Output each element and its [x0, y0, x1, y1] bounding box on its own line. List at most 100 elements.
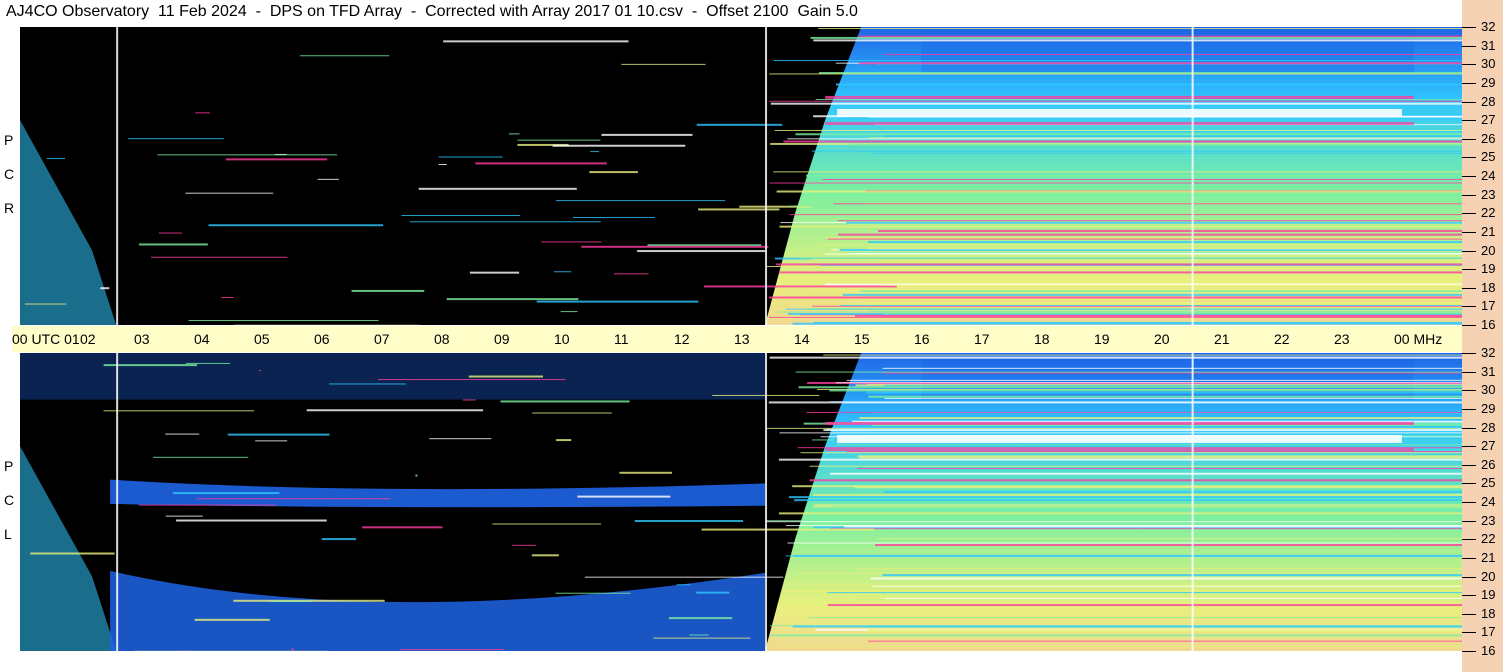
interference-line: [769, 73, 1462, 75]
interference-line: [882, 367, 1462, 369]
rcp-spectrogram-canvas: [20, 27, 1462, 325]
interference-line: [701, 528, 874, 531]
frequency-tick: [1462, 539, 1476, 540]
interference-line: [601, 133, 693, 136]
strong-band: [837, 108, 1402, 117]
interference-line: [255, 440, 288, 442]
utc-tick-label: 16: [914, 331, 930, 347]
interference-line: [532, 412, 612, 414]
interference-line: [847, 598, 1462, 600]
interference-line: [139, 243, 208, 246]
frequency-tick: [1462, 27, 1476, 28]
utc-tick-label: 23: [1334, 331, 1350, 347]
lcp-letter-c: C: [4, 492, 15, 508]
frequency-tick: [1462, 465, 1476, 466]
interference-line: [500, 400, 630, 403]
interference-line: [875, 544, 1462, 547]
interference-line: [790, 205, 1462, 207]
frequency-tick-label: 29: [1481, 401, 1496, 416]
frequency-tick: [1462, 102, 1476, 103]
frequency-tick-label: 31: [1481, 38, 1496, 53]
frequency-tick: [1462, 288, 1476, 289]
interference-line: [776, 263, 1462, 266]
utc-tick-label: 08: [434, 331, 450, 347]
interference-line: [377, 379, 566, 381]
interference-line: [859, 417, 1462, 420]
interference-line: [846, 451, 1462, 453]
frequency-tick: [1462, 83, 1476, 84]
interference-line: [776, 190, 1462, 193]
frequency-tick: [1462, 120, 1476, 121]
interference-line: [443, 40, 629, 43]
interference-line: [769, 356, 1462, 359]
interference-line: [227, 433, 330, 436]
interference-line: [809, 465, 1462, 467]
strong-band-edge: [825, 421, 1414, 425]
frequency-tick-label: 22: [1481, 531, 1496, 546]
frequency-tick-label: 25: [1481, 475, 1496, 490]
utc-tick-label: 09: [494, 331, 510, 347]
interference-line: [165, 433, 200, 435]
interference-line: [468, 375, 544, 378]
frequency-tick: [1462, 446, 1476, 447]
interference-line: [196, 498, 391, 500]
interference-line: [809, 307, 1462, 309]
frequency-tick-label: 18: [1481, 606, 1496, 621]
interference-line: [225, 158, 328, 161]
interference-line: [838, 233, 1462, 236]
upper-band-shade: [921, 27, 1414, 74]
utc-tick-label: 03: [134, 331, 150, 347]
interference-line: [555, 200, 726, 202]
interference-line: [462, 399, 476, 401]
frequency-tick: [1462, 651, 1476, 652]
interference-line: [637, 250, 766, 253]
interference-line: [884, 490, 1462, 493]
lcp-upper-night-shade: [20, 353, 766, 400]
frequency-tick: [1462, 632, 1476, 633]
interference-line: [696, 123, 783, 126]
utc-tick-label: 00 MHz: [1394, 331, 1443, 347]
interference-line: [619, 471, 672, 474]
vertical-marker-line: [116, 353, 119, 651]
utc-tick-label: 12: [674, 331, 690, 347]
interference-line: [536, 300, 699, 303]
interference-line: [881, 372, 1462, 374]
frequency-tick-label: 28: [1481, 94, 1496, 109]
interference-line: [221, 297, 234, 299]
lcp-letter-l: L: [4, 526, 12, 542]
interference-line: [883, 53, 1462, 55]
interference-line: [815, 99, 1462, 101]
interference-line: [778, 311, 1462, 313]
interference-line: [769, 100, 1462, 102]
interference-line: [621, 63, 706, 65]
frequency-tick-label: 31: [1481, 364, 1496, 379]
interference-line: [872, 412, 1462, 414]
interference-line: [818, 28, 1462, 30]
interference-line: [317, 178, 339, 180]
frequency-tick-label: 27: [1481, 112, 1496, 127]
interference-line: [823, 354, 1462, 356]
interference-line: [857, 455, 1462, 458]
interference-line: [446, 298, 579, 301]
frequency-tick-label: 22: [1481, 205, 1496, 220]
interference-line: [766, 427, 1462, 429]
interference-line: [438, 156, 503, 158]
interference-line: [792, 322, 1462, 325]
utc-tick-label: 15: [854, 331, 870, 347]
interference-line: [306, 409, 484, 412]
interference-line: [778, 512, 1462, 515]
interference-line: [512, 544, 537, 546]
lcp-spectrogram: [20, 353, 1462, 651]
utc-axis: 00 UTC 01 02 03 04 05 06 07 08 09 10 11 12 13 14 15 16 1…: [12, 326, 1462, 352]
interference-line: [185, 192, 274, 194]
interference-line: [882, 574, 1462, 577]
interference-line: [151, 256, 288, 258]
interference-line: [872, 585, 1462, 587]
interference-line: [823, 429, 1462, 432]
frequency-tick-label: 20: [1481, 569, 1496, 584]
interference-line: [870, 310, 1462, 312]
interference-line: [556, 439, 572, 442]
interference-line: [835, 382, 1462, 384]
interference-line: [770, 634, 1462, 637]
interference-line: [767, 266, 1462, 268]
